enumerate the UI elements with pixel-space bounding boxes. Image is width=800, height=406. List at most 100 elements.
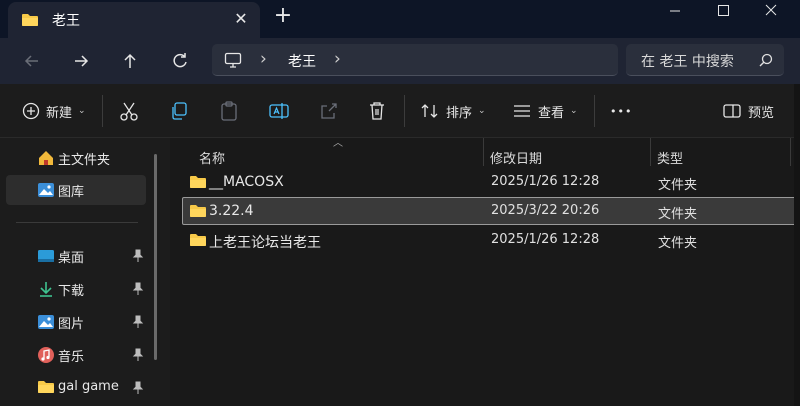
delete-icon[interactable] (366, 100, 388, 122)
view-button[interactable]: 查看 ⌄ (512, 99, 578, 123)
file-name: __MACOSX (209, 174, 284, 190)
sort-indicator-icon: ︿ (333, 138, 343, 149)
column-divider[interactable] (650, 138, 651, 166)
sidebar-item-downloads[interactable]: 下载 (6, 274, 146, 304)
chevron-down-icon: ⌄ (570, 106, 578, 116)
pin-icon[interactable] (132, 249, 144, 267)
column-header-name[interactable]: 名称 (199, 148, 225, 167)
cut-icon[interactable] (118, 100, 140, 122)
new-tab-button[interactable]: + (272, 5, 294, 28)
sidebar-item-desktop[interactable]: 桌面 (6, 241, 146, 271)
file-modified: 2025/3/22 20:26 (491, 203, 600, 218)
sidebar-item-home[interactable]: 主文件夹 (6, 143, 146, 173)
file-list: 名称 修改日期 类型 __MACOSX 2025/1/26 12:28 文件夹 … (170, 138, 800, 406)
sidebar-scrollbar[interactable] (154, 154, 157, 360)
tab-laowang[interactable]: 老王 ✕ (8, 2, 260, 38)
sort-button[interactable]: 排序 ⌄ (420, 99, 486, 123)
pin-icon[interactable] (132, 282, 144, 300)
column-divider[interactable] (483, 138, 484, 166)
more-options-icon[interactable]: ••• (610, 99, 632, 123)
new-label: 新建 (46, 105, 73, 121)
search-icon[interactable] (759, 53, 773, 71)
table-row[interactable]: 3.22.4 2025/3/22 20:26 文件夹 (182, 197, 796, 225)
search-box[interactable]: 在 老王 中搜索 (626, 44, 784, 76)
sidebar-item-label: gal game (58, 379, 119, 394)
rename-icon[interactable] (268, 100, 290, 122)
pin-icon[interactable] (132, 315, 144, 333)
command-bar: 新建 ⌄ 排序 ⌄ 查看 ⌄ ••• 预览 (0, 84, 800, 138)
view-label: 查看 (538, 105, 565, 121)
sidebar-item-music[interactable]: 音乐 (6, 340, 146, 370)
sidebar-item-label: 图片 (58, 317, 85, 332)
minimize-icon[interactable] (652, 0, 698, 22)
tab-title: 老王 (52, 13, 80, 29)
navigation-bar: › 老王 › 在 老王 中搜索 (0, 38, 800, 84)
sidebar-item-gal-game[interactable]: gal game (6, 373, 146, 403)
breadcrumb-separator[interactable]: › (334, 49, 341, 69)
search-input[interactable]: 在 老王 中搜索 (641, 51, 734, 71)
new-button[interactable]: 新建 ⌄ (22, 99, 86, 123)
share-icon[interactable] (318, 100, 340, 122)
close-icon[interactable] (748, 0, 794, 22)
table-row[interactable]: __MACOSX 2025/1/26 12:28 文件夹 (182, 168, 796, 196)
divider (102, 95, 103, 127)
copy-icon[interactable] (168, 100, 190, 122)
sidebar-item-label: 桌面 (58, 251, 85, 266)
column-header-type[interactable]: 类型 (657, 148, 683, 167)
pin-icon[interactable] (132, 381, 144, 399)
table-row[interactable]: 上老王论坛当老王 2025/1/26 12:28 文件夹 (182, 226, 796, 254)
divider (16, 222, 138, 223)
home-icon (37, 149, 55, 167)
divider (404, 95, 405, 127)
sidebar-item-pictures[interactable]: 图片 (6, 307, 146, 337)
column-divider[interactable] (790, 138, 791, 166)
computer-icon (224, 52, 242, 72)
sidebar-item-label: 图库 (58, 185, 85, 200)
refresh-icon[interactable] (169, 50, 191, 72)
sidebar-item-label: 主文件夹 (58, 153, 111, 168)
preview-button[interactable]: 预览 (722, 99, 774, 123)
pictures-icon (37, 313, 55, 331)
sidebar-item-gallery[interactable]: 图库 (6, 175, 146, 205)
up-arrow-icon[interactable] (119, 50, 141, 72)
folder-icon (189, 175, 207, 193)
view-list-icon (514, 105, 530, 117)
folder-icon (189, 204, 207, 222)
address-bar[interactable]: › 老王 › (212, 44, 618, 76)
folder-icon (189, 233, 207, 251)
preview-pane-icon (723, 104, 741, 118)
folder-icon (37, 379, 55, 397)
folder-icon (21, 13, 39, 31)
add-circle-icon (22, 102, 40, 120)
breadcrumb-laowang[interactable]: 老王 (288, 51, 316, 71)
file-type: 文件夹 (658, 178, 698, 193)
column-header-modified[interactable]: 修改日期 (490, 148, 542, 167)
back-arrow-icon[interactable] (21, 50, 43, 72)
divider (594, 95, 595, 127)
navigation-pane: 主文件夹 图库 桌面 下载 图片 音乐 gal game (0, 138, 162, 406)
sort-label: 排序 (446, 105, 473, 121)
preview-label: 预览 (748, 105, 775, 121)
file-name: 上老王论坛当老王 (209, 235, 321, 251)
desktop-icon (37, 247, 55, 265)
sidebar-item-label: 音乐 (58, 350, 85, 365)
window-edge (794, 84, 800, 406)
file-name: 3.22.4 (209, 203, 254, 219)
download-icon (37, 280, 55, 298)
breadcrumb-separator[interactable]: › (260, 49, 267, 69)
file-modified: 2025/1/26 12:28 (491, 174, 600, 189)
title-bar: 老王 ✕ + (0, 0, 800, 38)
sidebar-item-label: 下载 (58, 284, 85, 299)
music-icon (37, 346, 55, 364)
file-type: 文件夹 (658, 236, 698, 251)
tab-close-icon[interactable]: ✕ (230, 8, 252, 30)
chevron-down-icon: ⌄ (478, 106, 486, 116)
file-modified: 2025/1/26 12:28 (491, 232, 600, 247)
pin-icon[interactable] (132, 348, 144, 366)
file-type: 文件夹 (658, 207, 698, 222)
forward-arrow-icon[interactable] (70, 50, 92, 72)
sort-icon (421, 104, 438, 118)
chevron-down-icon: ⌄ (78, 106, 86, 116)
paste-icon[interactable] (218, 100, 240, 122)
maximize-icon[interactable] (700, 0, 746, 22)
